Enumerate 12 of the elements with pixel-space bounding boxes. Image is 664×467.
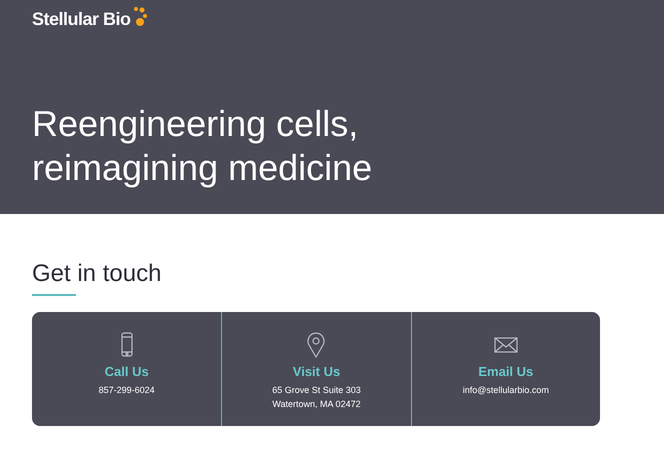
headline: Reengineering cells, [32,102,358,146]
section-title: Get in touch [32,260,162,288]
contact-detail: info@stellularbio.com [462,385,549,395]
contact-label: Visit Us [292,364,340,379]
headline: reimagining medicine [32,146,372,190]
contact-label: Call Us [104,364,149,379]
dots-icon [132,6,148,28]
logo[interactable]: Stellular Bio [32,9,131,30]
contact-detail: 857-299-6024 [98,385,155,395]
contact-label: Email Us [478,364,534,379]
contact-detail: Watertown, MA 02472 [272,399,361,409]
contact-detail: 65 Grove St Suite 303 [272,385,361,395]
